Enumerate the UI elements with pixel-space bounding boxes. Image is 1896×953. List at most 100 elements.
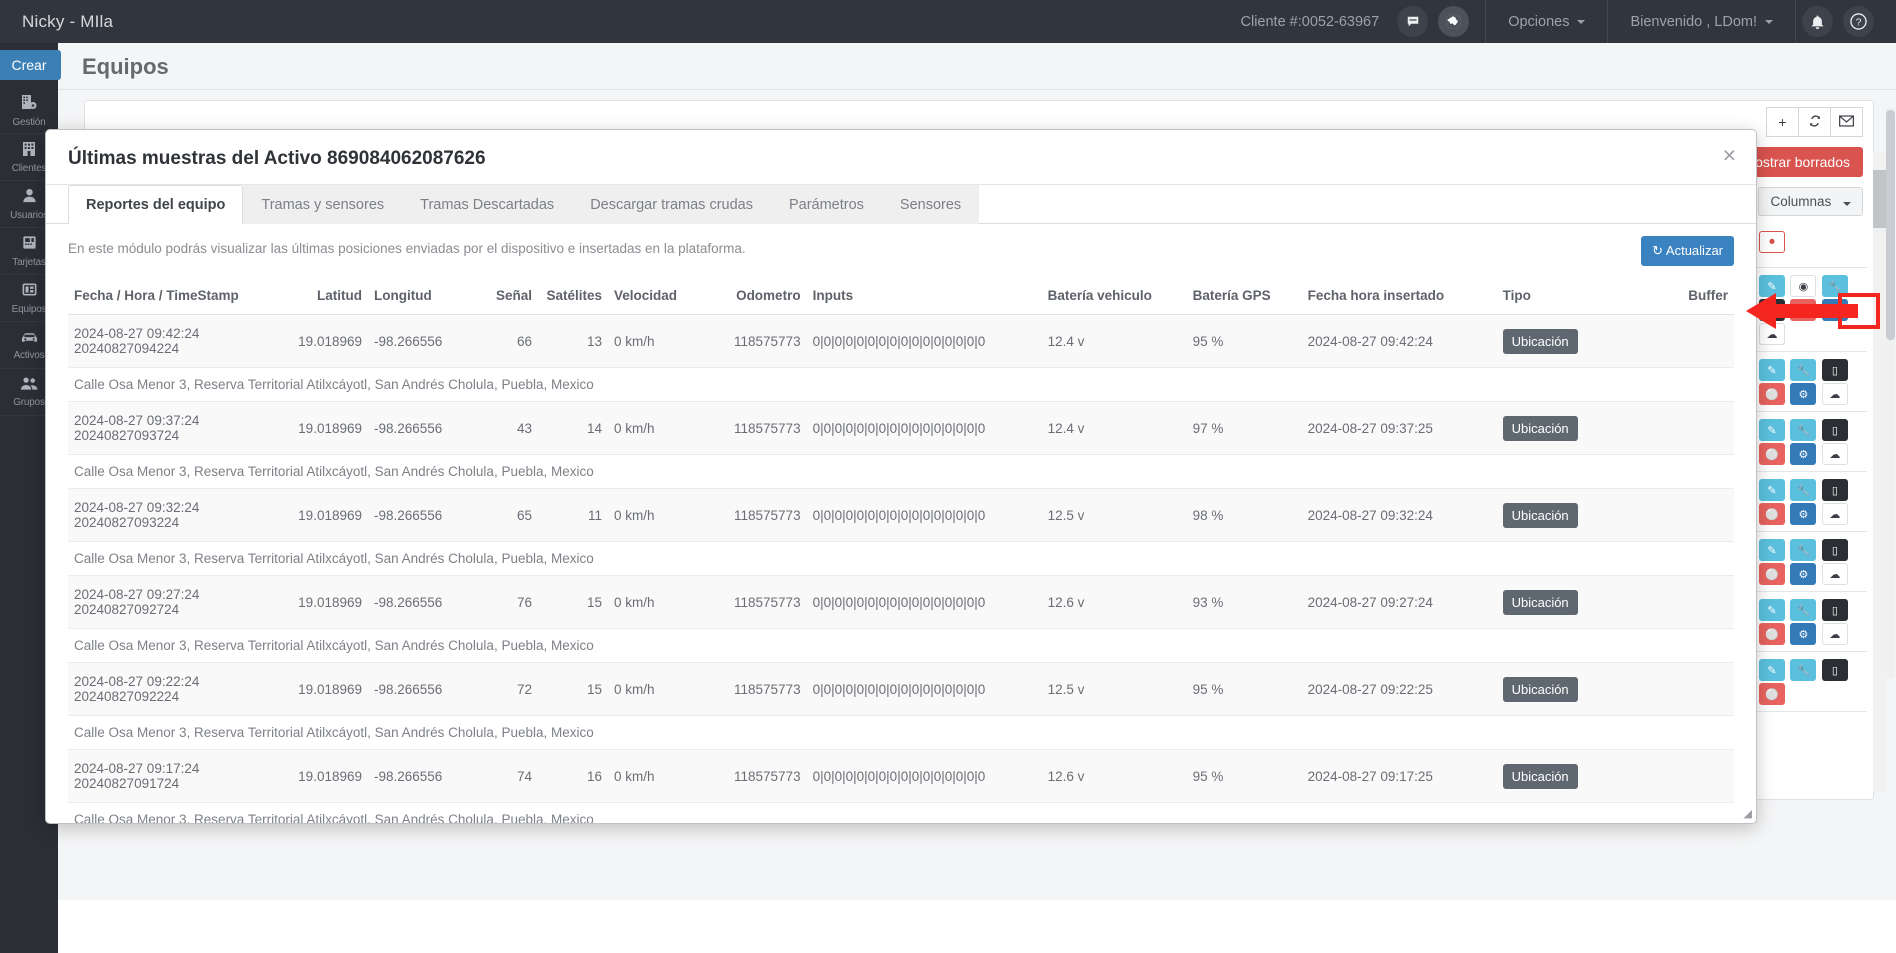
cell-satelites: 11 [538,488,608,542]
cell-latitud: 19.018969 [273,314,368,368]
address-row: Calle Osa Menor 3, Reserva Territorial A… [68,628,1734,663]
cell-fecha-timestamp: 2024-08-27 09:17:24 20240827091724 [68,749,273,803]
cell-fecha-insertado: 2024-08-27 09:27:24 [1301,575,1497,629]
cell-satelites: 16 [538,749,608,803]
cell-odometro: 118575773 [728,488,807,542]
modal-scrollbar-thumb[interactable] [1886,110,1895,340]
address-row: Calle Osa Menor 3, Reserva Territorial A… [68,367,1734,402]
tab-parametros[interactable]: Parámetros [770,185,882,224]
samples-table-scroll[interactable]: Fecha / Hora / TimeStamp Latitud Longitu… [68,279,1734,823]
col-fecha-hora-insertado: Fecha hora insertado [1301,279,1497,315]
samples-table-head: Fecha / Hora / TimeStamp Latitud Longitu… [68,279,1734,315]
cell-longitud: -98.266556 [368,662,463,716]
cell-bateria-gps: 98 % [1186,488,1302,542]
tab-sensores[interactable]: Sensores [881,185,980,224]
status-badge: Ubicación [1502,328,1578,354]
cell-velocidad: 0 km/h [608,749,728,803]
cell-buffer [1606,662,1734,716]
cell-direccion: Calle Osa Menor 3, Reserva Territorial A… [68,715,1734,750]
cell-latitud: 19.018969 [273,488,368,542]
status-badge: Ubicación [1502,763,1578,789]
cell-direccion: Calle Osa Menor 3, Reserva Territorial A… [68,454,1734,489]
refresh-button[interactable]: ↻ Actualizar [1641,236,1734,266]
cell-longitud: -98.266556 [368,401,463,455]
table-row[interactable]: 2024-08-27 09:37:24 20240827093724 19.0189… [68,401,1734,455]
cell-tipo: Ubicación [1496,401,1607,455]
cell-buffer [1606,401,1734,455]
col-odometro: Odometro [728,279,807,315]
table-row[interactable]: 2024-08-27 09:22:24 20240827092224 19.0189… [68,662,1734,716]
cell-tipo: Ubicación [1496,488,1607,542]
cell-senal: 76 [463,575,538,629]
table-row[interactable]: 2024-08-27 09:42:24 20240827094224 19.0189… [68,314,1734,368]
cell-direccion: Calle Osa Menor 3, Reserva Territorial A… [68,367,1734,402]
col-satelites: Satélites [538,279,608,315]
tab-descargar-tramas-crudas[interactable]: Descargar tramas crudas [572,185,771,224]
cell-direccion: Calle Osa Menor 3, Reserva Territorial A… [68,802,1734,823]
cell-fecha-insertado: 2024-08-27 09:42:24 [1301,314,1497,368]
cell-odometro: 118575773 [728,749,807,803]
cell-velocidad: 0 km/h [608,401,728,455]
cell-buffer [1606,488,1734,542]
modal-title: Últimas muestras del Activo 869084062087… [68,148,486,169]
cell-bateria-gps: 95 % [1186,749,1302,803]
cell-tipo: Ubicación [1496,662,1607,716]
refresh-label: Actualizar [1665,243,1723,258]
cell-inputs: 0|0|0|0|0|0|0|0|0|0|0|0|0|0|0|0 [806,488,1042,542]
cell-senal: 74 [463,749,538,803]
col-tipo: Tipo [1496,279,1607,315]
cell-fecha-timestamp: 2024-08-27 09:22:24 20240827092224 [68,662,273,716]
table-row[interactable]: 2024-08-27 09:32:24 20240827093224 19.0189… [68,488,1734,542]
cell-buffer [1606,314,1734,368]
cell-fecha-insertado: 2024-08-27 09:32:24 [1301,488,1497,542]
modal-tabs: Reportes del equipo Tramas y sensores Tr… [46,185,1756,224]
cell-senal: 66 [463,314,538,368]
tab-tramas-y-sensores[interactable]: Tramas y sensores [243,185,403,224]
cell-inputs: 0|0|0|0|0|0|0|0|0|0|0|0|0|0|0|0 [806,662,1042,716]
tab-tramas-descartadas[interactable]: Tramas Descartadas [402,185,573,224]
cell-bateria-gps: 95 % [1186,314,1302,368]
cell-odometro: 118575773 [728,401,807,455]
close-icon[interactable]: × [1723,144,1736,167]
annotation-highlight-box [1838,293,1880,329]
cell-velocidad: 0 km/h [608,314,728,368]
cell-inputs: 0|0|0|0|0|0|0|0|0|0|0|0|0|0|0|0 [806,314,1042,368]
cell-satelites: 13 [538,314,608,368]
cell-bateria-gps: 97 % [1186,401,1302,455]
cell-tipo: Ubicación [1496,314,1607,368]
module-description: En este módulo podrás visualizar las últ… [68,241,746,256]
cell-longitud: -98.266556 [368,749,463,803]
cell-bateria-gps: 93 % [1186,575,1302,629]
samples-table-body: 2024-08-27 09:42:24 20240827094224 19.0189… [68,314,1734,823]
cell-fecha-timestamp: 2024-08-27 09:32:24 20240827093224 [68,488,273,542]
cell-satelites: 15 [538,575,608,629]
tab-reportes-del-equipo[interactable]: Reportes del equipo [68,185,244,224]
modal-body: En este módulo podrás visualizar las últ… [46,224,1756,823]
col-fecha-hora-timestamp: Fecha / Hora / TimeStamp [68,279,273,315]
cell-velocidad: 0 km/h [608,575,728,629]
cell-latitud: 19.018969 [273,749,368,803]
cell-direccion: Calle Osa Menor 3, Reserva Territorial A… [68,628,1734,663]
address-row: Calle Osa Menor 3, Reserva Territorial A… [68,541,1734,576]
table-row[interactable]: 2024-08-27 09:17:24 20240827091724 19.0189… [68,749,1734,803]
cell-bateria-vehiculo: 12.4 v [1041,314,1187,368]
status-badge: Ubicación [1502,415,1578,441]
cell-bateria-vehiculo: 12.5 v [1041,488,1187,542]
cell-fecha-insertado: 2024-08-27 09:17:25 [1301,749,1497,803]
cell-tipo: Ubicación [1496,575,1607,629]
modal-header: Últimas muestras del Activo 869084062087… [46,130,1756,185]
status-badge: Ubicación [1502,589,1578,615]
cell-odometro: 118575773 [728,662,807,716]
cell-bateria-vehiculo: 12.6 v [1041,749,1187,803]
resize-grip-icon[interactable]: ◢ [1744,807,1752,820]
cell-longitud: -98.266556 [368,314,463,368]
table-row[interactable]: 2024-08-27 09:27:24 20240827092724 19.0189… [68,575,1734,629]
status-badge: Ubicación [1502,502,1578,528]
cell-fecha-timestamp: 2024-08-27 09:27:24 20240827092724 [68,575,273,629]
col-senal: Señal [463,279,538,315]
cell-bateria-vehiculo: 12.6 v [1041,575,1187,629]
cell-latitud: 19.018969 [273,575,368,629]
cell-satelites: 15 [538,662,608,716]
refresh-icon: ↻ [1652,243,1664,258]
cell-direccion: Calle Osa Menor 3, Reserva Territorial A… [68,541,1734,576]
